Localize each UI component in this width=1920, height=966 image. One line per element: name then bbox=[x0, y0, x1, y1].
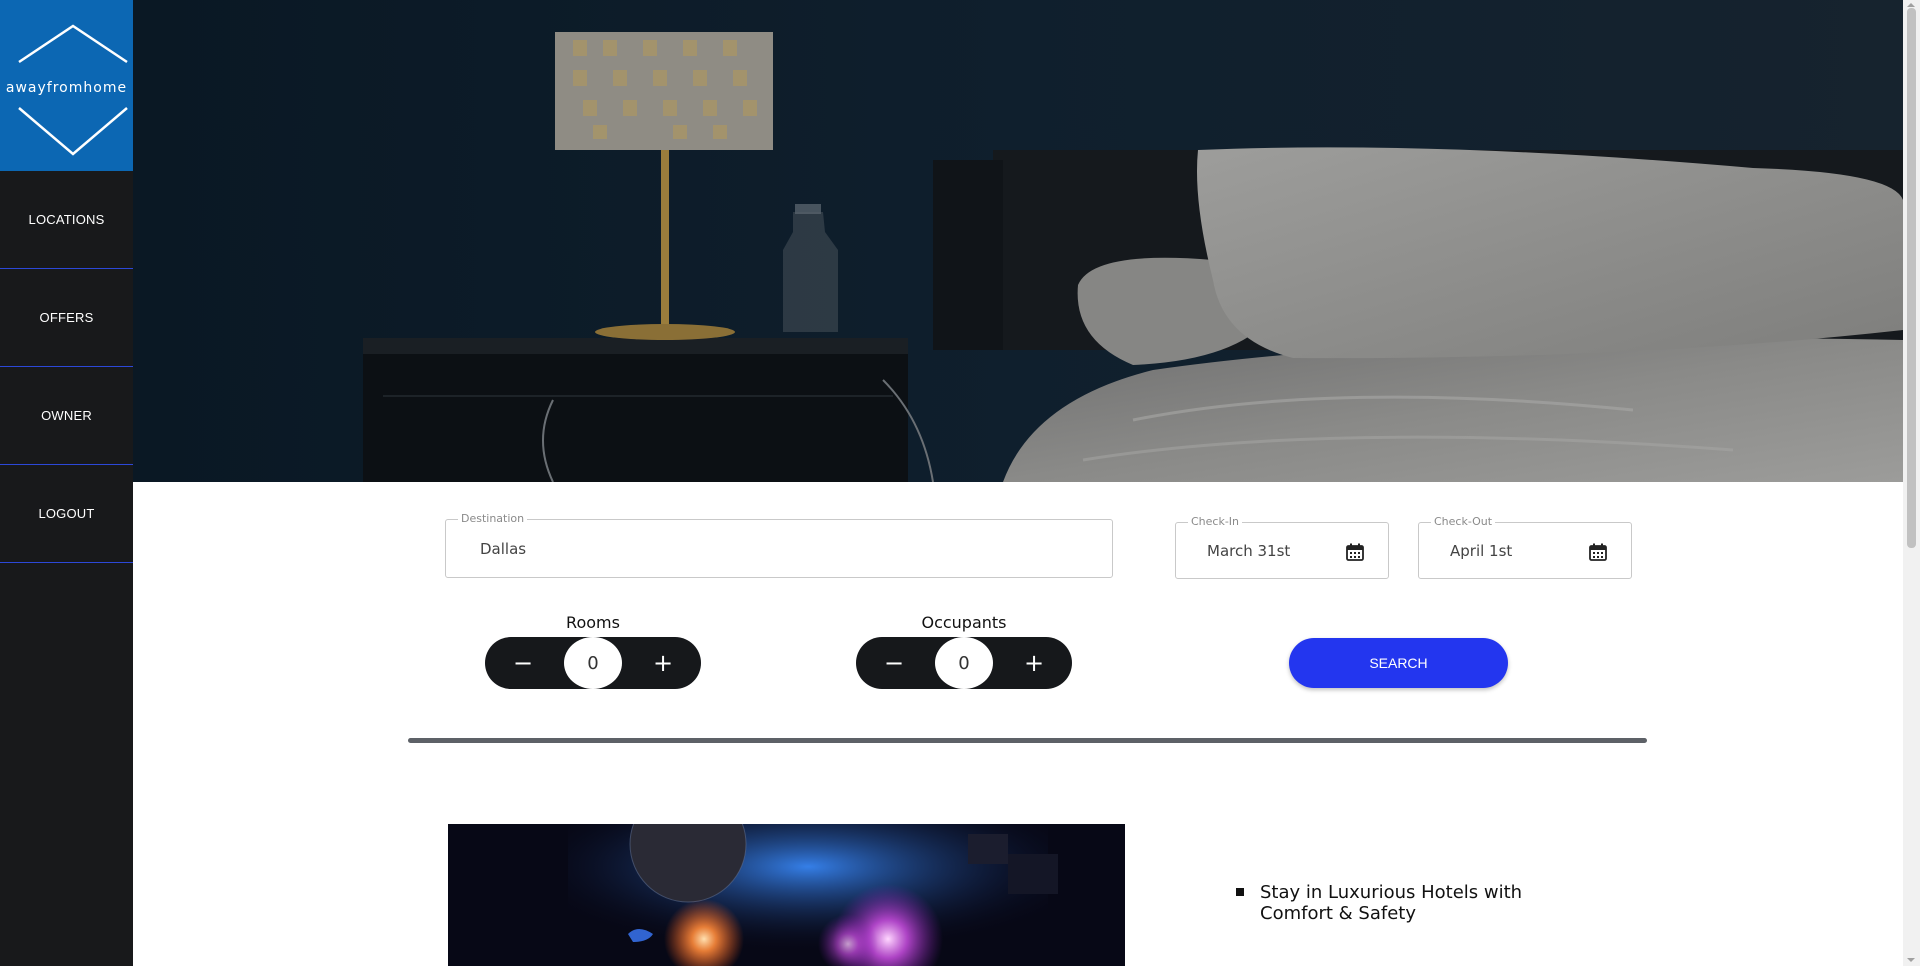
occupants-increment-button[interactable]: + bbox=[1004, 637, 1064, 689]
rooms-label: Rooms bbox=[566, 613, 620, 632]
checkout-field[interactable]: Check-Out April 1st bbox=[1418, 515, 1632, 579]
nav-item-owner[interactable]: OWNER bbox=[0, 367, 133, 465]
bullet-icon bbox=[1236, 888, 1244, 896]
section-divider bbox=[408, 738, 1647, 743]
hero-bedroom-image bbox=[133, 0, 1903, 482]
calendar-icon[interactable] bbox=[1589, 543, 1607, 561]
sidebar: awayfromhome LOCATIONS OFFERS OWNER LOGO… bbox=[0, 0, 133, 966]
occupants-stepper: − 0 + bbox=[856, 637, 1072, 689]
feature-list: Stay in Luxurious Hotels with Comfort & … bbox=[1236, 882, 1536, 924]
vertical-scrollbar[interactable] bbox=[1903, 0, 1920, 966]
destination-field[interactable]: Destination bbox=[445, 512, 1113, 578]
scroll-down-icon[interactable] bbox=[1907, 958, 1915, 962]
nav-item-logout[interactable]: LOGOUT bbox=[0, 465, 133, 563]
search-button[interactable]: SEARCH bbox=[1289, 638, 1508, 688]
brand-name: awayfromhome bbox=[5, 80, 128, 96]
scrollbar-thumb[interactable] bbox=[1907, 8, 1916, 548]
rooms-decrement-button[interactable]: − bbox=[493, 637, 553, 689]
occupants-decrement-button[interactable]: − bbox=[864, 637, 924, 689]
scroll-up-icon[interactable] bbox=[1907, 3, 1915, 7]
feature-item: Stay in Luxurious Hotels with Comfort & … bbox=[1236, 882, 1536, 924]
nav-item-locations[interactable]: LOCATIONS bbox=[0, 171, 133, 269]
destination-input[interactable] bbox=[480, 520, 1013, 577]
occupants-label: Occupants bbox=[921, 613, 1007, 632]
checkin-field[interactable]: Check-In March 31st bbox=[1175, 515, 1389, 579]
rooms-stepper: − 0 + bbox=[485, 637, 701, 689]
rooms-increment-button[interactable]: + bbox=[633, 637, 693, 689]
occupants-value[interactable]: 0 bbox=[935, 637, 993, 689]
calendar-icon[interactable] bbox=[1346, 543, 1364, 561]
brand-logo[interactable]: awayfromhome bbox=[0, 0, 133, 171]
nightclub-illustration bbox=[448, 824, 1125, 966]
feature-text: Stay in Luxurious Hotels with Comfort & … bbox=[1260, 882, 1523, 924]
nightclub-image bbox=[448, 824, 1125, 966]
nav-item-offers[interactable]: OFFERS bbox=[0, 269, 133, 367]
hero-illustration bbox=[133, 0, 1903, 482]
rooms-value[interactable]: 0 bbox=[564, 637, 622, 689]
